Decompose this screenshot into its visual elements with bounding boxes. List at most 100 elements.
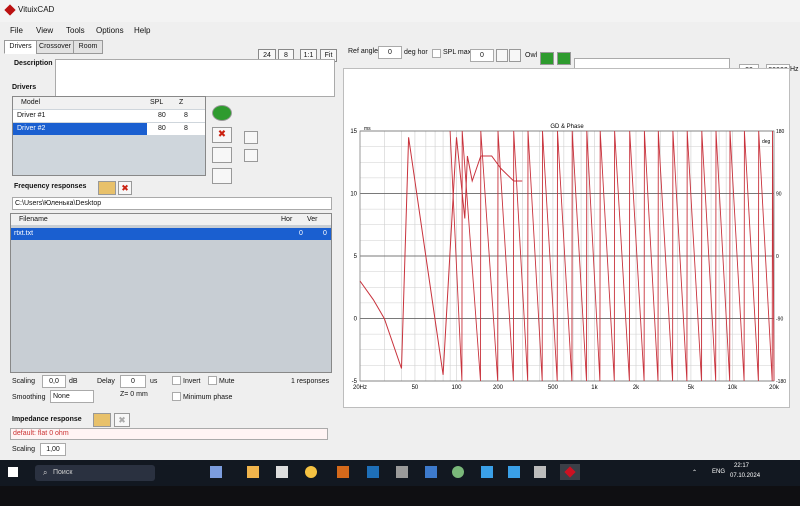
file-explorer-icon[interactable]: [247, 466, 259, 478]
task-view-icon[interactable]: [210, 466, 222, 478]
menu-tools[interactable]: Tools: [66, 26, 85, 35]
driver-z: 8: [184, 112, 188, 119]
y-right-tick-label: -90: [776, 317, 783, 323]
app-icon-5[interactable]: [481, 466, 493, 478]
responses-header: Filename Hor Ver: [11, 214, 331, 225]
driver-row-2[interactable]: Driver #2: [13, 123, 147, 135]
start-button[interactable]: [8, 467, 18, 477]
app-icon-1[interactable]: [276, 466, 288, 478]
tab-room[interactable]: Room: [73, 40, 103, 54]
delay-input[interactable]: 0: [120, 375, 146, 388]
driver-spl: 80: [158, 112, 166, 119]
scaling-input[interactable]: 0,0: [42, 375, 66, 388]
y-right-unit-label: deg: [762, 139, 771, 145]
chart-title: GD & Phase: [550, 124, 584, 130]
response-hor: 0: [299, 230, 303, 237]
spl-max-label: SPL max: [443, 49, 472, 56]
vituixcad-logo-icon: [564, 466, 576, 478]
menu-file[interactable]: File: [10, 26, 23, 35]
minimum-phase-label: Minimum phase: [183, 394, 233, 401]
folder-open-icon[interactable]: [98, 181, 116, 195]
description-label: Description: [14, 60, 53, 67]
app-icon-2[interactable]: [396, 466, 408, 478]
photoshop-icon[interactable]: [367, 466, 379, 478]
x-tick-label: 500: [548, 385, 559, 391]
response-filename: rtxt.txt: [14, 230, 34, 237]
x-tick-label: 1k: [591, 385, 598, 391]
spl-max-input[interactable]: 0: [470, 49, 494, 62]
impedance-folder-icon[interactable]: [93, 413, 111, 427]
tab-crossover[interactable]: Crossover: [36, 40, 74, 54]
clock-time: 22:17: [734, 463, 750, 469]
remove-driver-icon[interactable]: ✖: [212, 127, 232, 143]
app-icon-6[interactable]: [508, 466, 520, 478]
y-tick-label: 5: [354, 254, 358, 260]
minimum-phase-checkbox[interactable]: [172, 392, 181, 401]
app-icon-7[interactable]: [534, 466, 546, 478]
driver-row-2-values: 80 8: [147, 123, 205, 135]
spl-max-checkbox[interactable]: [432, 49, 441, 58]
smoothing-label: Smoothing: [12, 394, 46, 401]
responses-col-filename: Filename: [19, 216, 48, 223]
menu-view[interactable]: View: [36, 26, 53, 35]
impedance-remove-icon[interactable]: ✖: [114, 413, 130, 427]
x-tick-label: 5k: [688, 385, 695, 391]
smoothing-select[interactable]: None: [50, 390, 94, 403]
search-box[interactable]: ⌕ Поиск: [35, 465, 155, 481]
mute-label: Mute: [219, 378, 235, 385]
invert-checkbox[interactable]: [172, 376, 181, 385]
monitor-bezel: [0, 486, 800, 506]
ref-angle-input[interactable]: 0: [378, 46, 402, 59]
deg-hor-label: deg hor: [404, 49, 428, 56]
clock-date: 07.10.2024: [730, 473, 761, 479]
us-label: us: [150, 378, 158, 385]
invert-label: Invert: [183, 378, 201, 385]
menu-help[interactable]: Help: [134, 26, 150, 35]
owl-label: Owl: [525, 52, 538, 59]
y-right-tick-label: 180: [776, 129, 785, 135]
y-tick-label: 15: [350, 129, 357, 135]
y-right-tick-label: 90: [776, 192, 782, 198]
color-wheel-icon[interactable]: [212, 147, 232, 163]
impedance-scaling-input[interactable]: 1,00: [40, 443, 66, 456]
z-offset-label: Z= 0 mm: [120, 391, 148, 398]
x-tick-label: 2k: [633, 385, 640, 391]
tray-chevron-icon[interactable]: ⌃: [692, 469, 697, 476]
x-tick-label: 10k: [728, 385, 739, 391]
driver-row-1[interactable]: Driver #1 80 8: [13, 110, 205, 122]
x-tick-label: 20k: [769, 385, 780, 391]
app-icon-4[interactable]: [452, 466, 464, 478]
scaling-label: Scaling: [12, 378, 35, 385]
move-up-icon[interactable]: [244, 131, 258, 144]
chrome-icon[interactable]: [305, 466, 317, 478]
tab-drivers[interactable]: Drivers: [4, 40, 37, 54]
move-down-icon[interactable]: [244, 149, 258, 162]
response-row[interactable]: rtxt.txt 0 0: [11, 228, 331, 240]
hourglass-icon[interactable]: [509, 49, 521, 62]
hz-label: Hz: [790, 66, 799, 73]
impedance-field[interactable]: default: flat 0 ohm: [10, 428, 328, 440]
remove-response-icon[interactable]: ✖: [118, 181, 132, 195]
response-path-input[interactable]: C:\Users\Юленька\Desktop: [12, 197, 332, 210]
menu-options[interactable]: Options: [96, 26, 124, 35]
responses-count: 1 responses: [291, 378, 330, 385]
drivers-col-spl: SPL: [150, 99, 164, 106]
drivers-header: Model SPL Z: [13, 97, 205, 109]
vituixcad-task-icon[interactable]: [560, 464, 580, 480]
app-icon-3[interactable]: [425, 466, 437, 478]
wrench-icon[interactable]: [212, 168, 232, 184]
illustrator-icon[interactable]: [337, 466, 349, 478]
add-driver-icon[interactable]: [212, 105, 232, 121]
remove-icon[interactable]: [557, 52, 571, 65]
description-input[interactable]: [55, 59, 335, 97]
add-icon[interactable]: [540, 52, 554, 65]
mute-checkbox[interactable]: [208, 376, 217, 385]
response-ver: 0: [323, 230, 327, 237]
spl-spinner-icon[interactable]: [496, 49, 508, 62]
y-right-tick-label: 0: [776, 254, 779, 260]
app-window: VituixCAD File View Tools Options Help D…: [0, 0, 800, 460]
frequency-responses-title: Frequency responses: [14, 183, 87, 190]
language-indicator[interactable]: ENG: [712, 469, 725, 475]
driver-spl: 80: [158, 125, 166, 132]
app-logo-icon: [4, 4, 16, 16]
